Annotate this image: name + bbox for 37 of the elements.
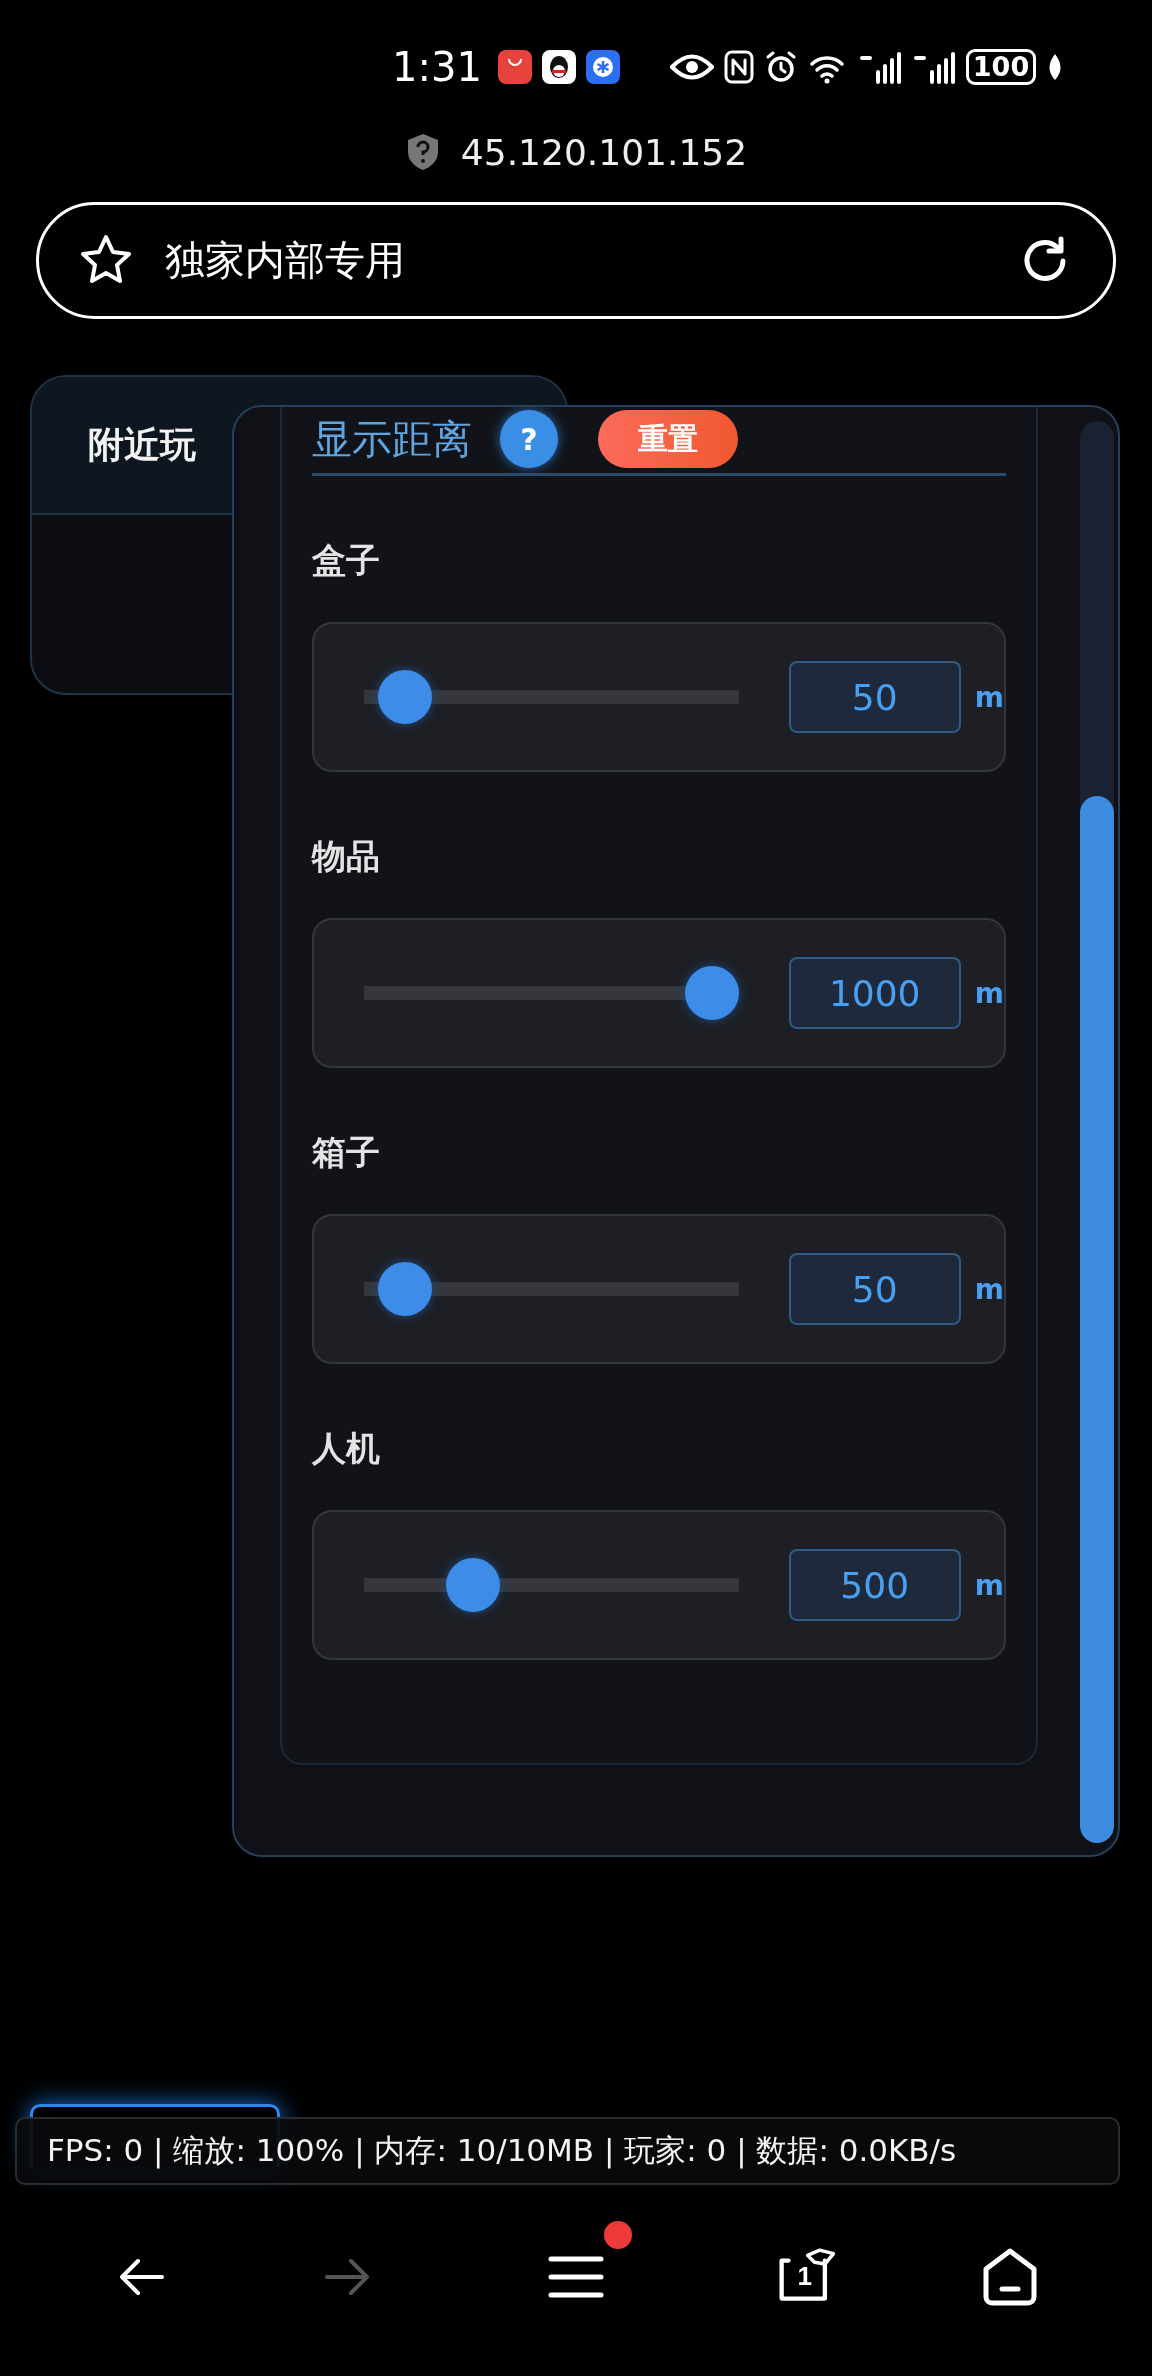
page-title: 独家内部专用	[165, 236, 406, 285]
address-bar[interactable]: 独家内部专用	[36, 202, 1116, 319]
star-app-icon	[585, 50, 620, 84]
scrollbar-thumb[interactable]	[1080, 796, 1114, 1843]
slider-label: 盒子	[312, 539, 381, 582]
signal-icon	[911, 50, 956, 84]
nfc-icon	[723, 50, 754, 84]
slider-thumb[interactable]	[378, 670, 433, 724]
value-field[interactable]: 1000	[788, 957, 961, 1029]
slider-label: 箱子	[312, 1131, 381, 1174]
site-address: 45.120.101.152	[460, 131, 748, 173]
tab-count: 1	[796, 2260, 813, 2292]
unit-label: m	[974, 1272, 1004, 1306]
stats-bar: FPS: 0 | 缩放: 100% | 内存: 10/10MB | 玩家: 0 | 数据: 0.0KB/s	[15, 2117, 1120, 2185]
panel-title: 附近玩	[88, 422, 196, 467]
battery-level: 100	[965, 49, 1037, 85]
value-field[interactable]: 50	[788, 661, 961, 733]
slider-thumb[interactable]	[378, 1262, 433, 1316]
eye-icon	[669, 52, 714, 82]
section-title: 显示距离	[312, 414, 472, 464]
slider-thumb[interactable]	[685, 966, 740, 1020]
reset-button[interactable]: 重置	[598, 410, 738, 468]
help-button[interactable]: ?	[500, 410, 558, 468]
tabs-button[interactable]: 1	[772, 2244, 837, 2309]
value-field[interactable]: 500	[788, 1549, 961, 1621]
clock-time: 1:31	[392, 44, 482, 90]
app-store-icon	[497, 50, 532, 84]
slider-label: 人机	[312, 1427, 381, 1470]
unit-label: m	[974, 1568, 1004, 1602]
scrollbar-track[interactable]	[1080, 421, 1114, 1843]
value-field[interactable]: 50	[788, 1253, 961, 1325]
unit-label: m	[974, 976, 1004, 1010]
signal-icon	[857, 50, 902, 84]
unit-label: m	[974, 680, 1004, 714]
slider-label: 物品	[312, 835, 381, 878]
slider-thumb[interactable]	[445, 1558, 500, 1612]
penguin-icon	[541, 50, 576, 84]
